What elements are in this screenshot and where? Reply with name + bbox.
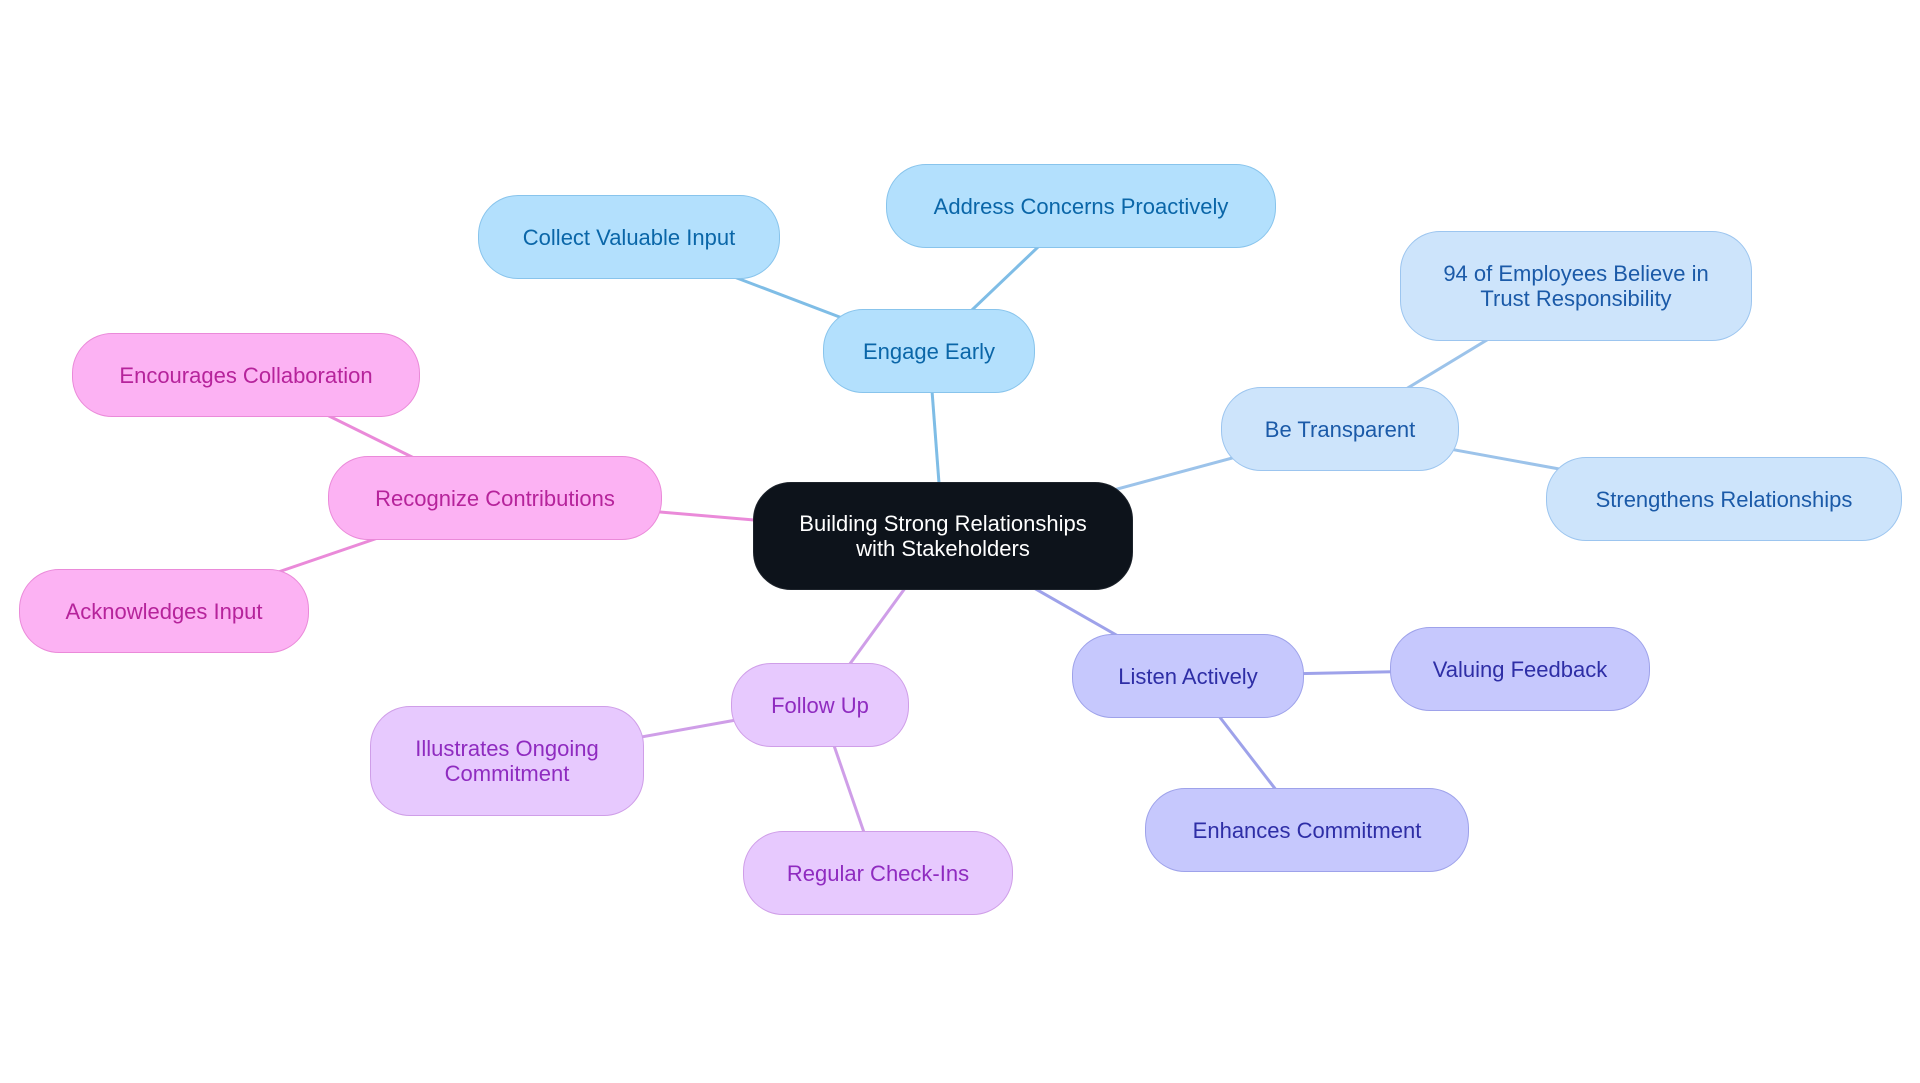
node-label: Enhances Commitment [1192, 817, 1422, 843]
node-label: Strengthens Relationships [1595, 486, 1853, 512]
node-label: Acknowledges Input [65, 598, 263, 624]
node-label: Follow Up [771, 692, 869, 718]
node-valuing-feedback[interactable]: Valuing Feedback [1390, 627, 1650, 711]
node-address-concerns-proactively[interactable]: Address Concerns Proactively [886, 164, 1276, 248]
node-label: Engage Early [862, 338, 996, 364]
node-engage-early[interactable]: Engage Early [823, 309, 1035, 393]
node-label-line-2: Trust Responsibility [1480, 286, 1672, 311]
root-label-line-1: Building Strong Relationships [799, 511, 1087, 536]
node-label: Listen Actively [1118, 663, 1258, 689]
node-label: Encourages Collaboration [119, 362, 373, 388]
node-enhances-commitment[interactable]: Enhances Commitment [1145, 788, 1469, 872]
node-label: Collect Valuable Input [522, 224, 736, 250]
node-follow-up[interactable]: Follow Up [731, 663, 909, 747]
node-label: Regular Check-Ins [786, 860, 970, 886]
node-encourages-collaboration[interactable]: Encourages Collaboration [72, 333, 420, 417]
node-label-line-1: Illustrates Ongoing [415, 736, 599, 761]
node-employees-believe-trust[interactable]: 94 of Employees Believe in Trust Respons… [1400, 231, 1752, 341]
node-label: Address Concerns Proactively [933, 193, 1229, 219]
node-listen-actively[interactable]: Listen Actively [1072, 634, 1304, 718]
node-recognize-contributions[interactable]: Recognize Contributions [328, 456, 662, 540]
node-label: Valuing Feedback [1432, 656, 1608, 682]
node-label-line-2: Commitment [444, 761, 570, 786]
node-acknowledges-input[interactable]: Acknowledges Input [19, 569, 309, 653]
root-label-line-2: with Stakeholders [856, 536, 1030, 561]
node-label: Recognize Contributions [375, 485, 615, 511]
node-label-line-1: 94 of Employees Believe in [1443, 261, 1709, 286]
node-regular-check-ins[interactable]: Regular Check-Ins [743, 831, 1013, 915]
node-be-transparent[interactable]: Be Transparent [1221, 387, 1459, 471]
root-node[interactable]: Building Strong Relationships with Stake… [753, 482, 1133, 590]
node-label: Be Transparent [1264, 416, 1416, 442]
node-illustrates-ongoing-commitment[interactable]: Illustrates Ongoing Commitment [370, 706, 644, 816]
node-strengthens-relationships[interactable]: Strengthens Relationships [1546, 457, 1902, 541]
node-collect-valuable-input[interactable]: Collect Valuable Input [478, 195, 780, 279]
